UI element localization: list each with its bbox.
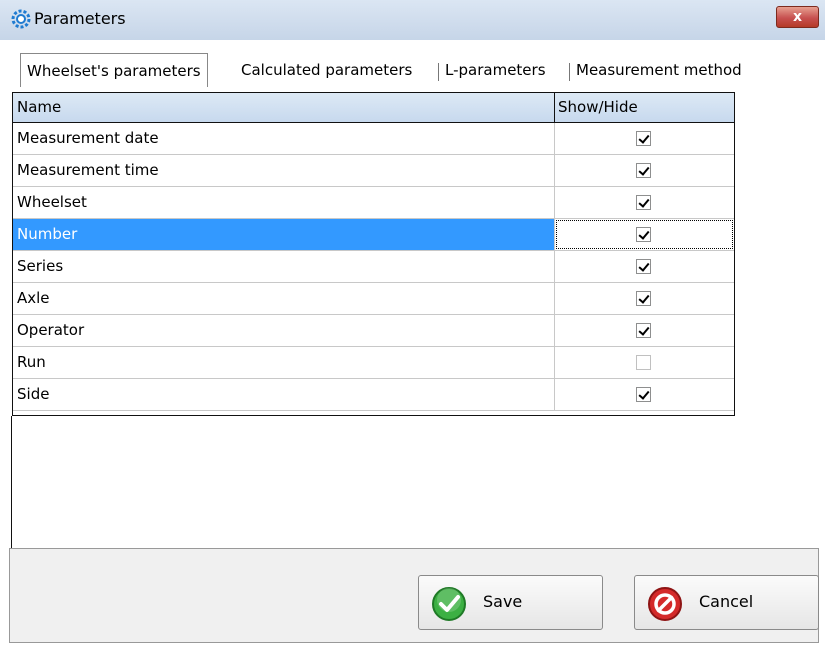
tab-label: L-parameters (445, 61, 546, 79)
show-checkbox[interactable] (636, 259, 651, 274)
cancel-label: Cancel (699, 592, 754, 611)
table-row[interactable]: Run (13, 347, 734, 379)
tab-label: Measurement method (576, 61, 742, 79)
table-row[interactable]: Series (13, 251, 734, 283)
button-panel: Save Cancel (9, 548, 819, 643)
row-name: Axle (13, 283, 555, 314)
column-header-name[interactable]: Name (13, 93, 555, 122)
row-show-cell (555, 251, 734, 282)
row-name: Side (13, 379, 555, 410)
close-icon: x (792, 9, 803, 25)
tab-separator (569, 63, 570, 81)
table-row[interactable]: Wheelset (13, 187, 734, 219)
column-header-show-hide[interactable]: Show/Hide (555, 93, 734, 122)
tab-separator (438, 63, 439, 81)
row-name: Wheelset (13, 187, 555, 218)
table-row[interactable]: Side (13, 379, 734, 411)
show-checkbox[interactable] (636, 131, 651, 146)
table-row[interactable]: Measurement time (13, 155, 734, 187)
row-name: Series (13, 251, 555, 282)
close-button[interactable]: x (776, 6, 819, 28)
gear-icon (11, 9, 31, 29)
tab-wheelsets-parameters[interactable]: Wheelset's parameters (20, 53, 208, 87)
table-row[interactable]: Measurement date (13, 123, 734, 155)
row-show-cell (555, 219, 734, 250)
row-show-cell (555, 347, 734, 378)
cancel-button[interactable]: Cancel (634, 575, 819, 630)
panel-border (11, 416, 12, 549)
show-checkbox[interactable] (636, 387, 651, 402)
parameters-grid[interactable]: Name Show/Hide Measurement date Measurem… (12, 92, 735, 416)
row-show-cell (555, 315, 734, 346)
show-checkbox[interactable] (636, 355, 651, 370)
row-show-cell (555, 155, 734, 186)
tab-label: Wheelset's parameters (27, 62, 201, 80)
checkmark-icon (432, 587, 466, 621)
tab-measurement-method[interactable]: Measurement method (576, 53, 742, 87)
show-checkbox[interactable] (636, 195, 651, 210)
row-name: Measurement time (13, 155, 555, 186)
cancel-icon (648, 587, 682, 621)
tab-l-parameters[interactable]: L-parameters (445, 53, 546, 87)
tab-strip: Wheelset's parameters Calculated paramet… (0, 40, 825, 92)
grid-header: Name Show/Hide (13, 93, 734, 123)
tab-calculated-parameters[interactable]: Calculated parameters (241, 53, 412, 87)
show-checkbox[interactable] (636, 163, 651, 178)
row-show-cell (555, 123, 734, 154)
table-row[interactable]: Axle (13, 283, 734, 315)
row-name: Measurement date (13, 123, 555, 154)
row-show-cell (555, 187, 734, 218)
row-show-cell (555, 283, 734, 314)
save-label: Save (483, 592, 523, 611)
show-checkbox[interactable] (636, 227, 651, 242)
row-name: Operator (13, 315, 555, 346)
table-row[interactable]: Number (13, 219, 734, 251)
title-bar: Parameters x (0, 0, 825, 41)
row-show-cell (555, 379, 734, 410)
table-row[interactable]: Operator (13, 315, 734, 347)
show-checkbox[interactable] (636, 291, 651, 306)
row-name: Run (13, 347, 555, 378)
tab-label: Calculated parameters (241, 61, 413, 79)
save-button[interactable]: Save (418, 575, 603, 630)
window-title: Parameters (34, 9, 126, 28)
row-name: Number (13, 219, 555, 250)
show-checkbox[interactable] (636, 323, 651, 338)
